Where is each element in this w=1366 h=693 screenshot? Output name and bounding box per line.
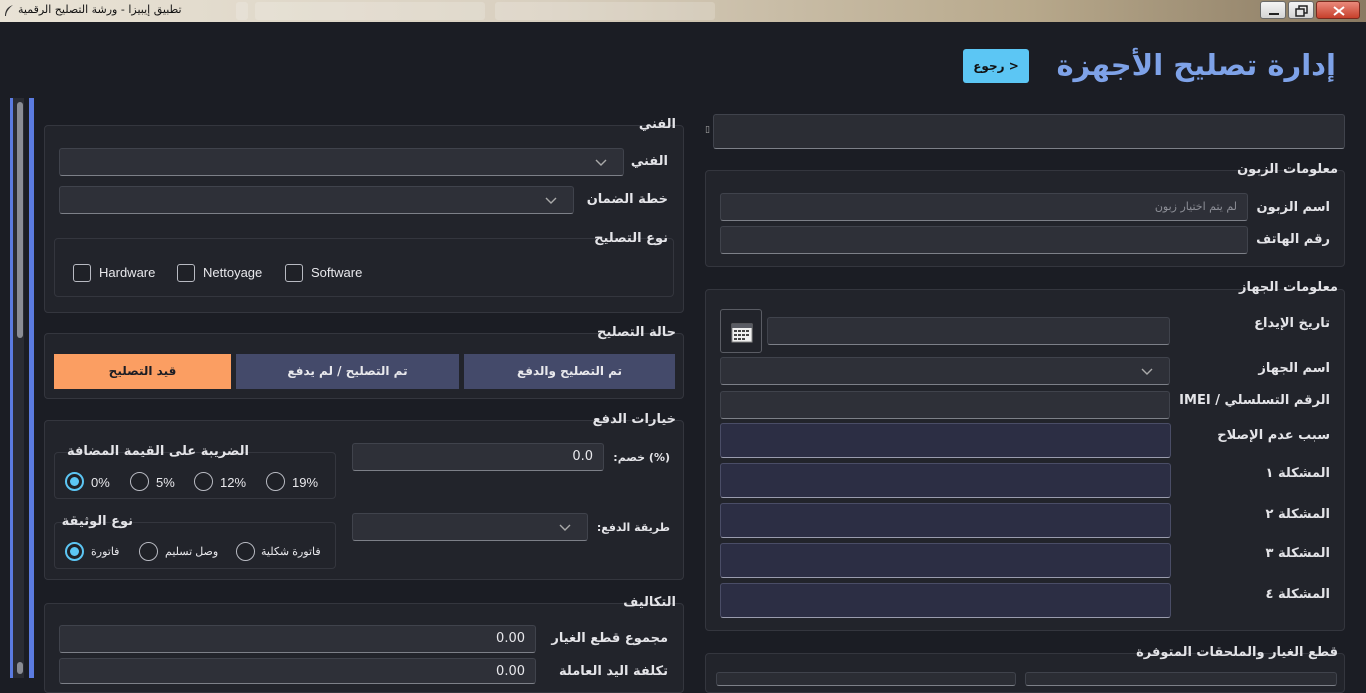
deposit-date-field[interactable] [767,317,1170,345]
chevron-down-icon [545,197,557,204]
parts-section-title: قطع الغيار والملحقات المتوفرة [1136,645,1338,660]
background-tab-close [236,2,248,20]
hardware-label: Hardware [99,265,156,280]
minimize-button[interactable] [1260,1,1286,19]
software-checkbox[interactable] [285,264,303,282]
parts-total-field[interactable]: 0.00 [59,625,536,653]
tax-5-radio[interactable] [130,472,149,491]
phone-field[interactable] [720,226,1248,254]
status-in-repair-button[interactable]: قيد التصليح [54,354,231,389]
tax-19-radio[interactable] [266,472,285,491]
problem-2-label: المشكلة ٢ [1265,507,1331,522]
customer-section-title: معلومات الزبون [1237,162,1338,177]
repair-status-title: حالة التصليح [597,325,676,340]
doc-invoice-radio[interactable] [65,542,84,561]
discount-value: 0.0 [572,449,593,464]
search-marker-icon: ▯ [705,125,710,135]
document-type-title: نوع الوثيقة [61,514,133,529]
scrollbar-thumb[interactable] [17,102,23,338]
tax-0-radio[interactable] [65,472,84,491]
deposit-date-label: تاريخ الإيداع [1254,316,1330,331]
phone-label: رقم الهاتف [1256,232,1330,247]
technician-dropdown[interactable] [59,148,624,176]
doc-delivery-label: وصل تسليم [165,546,219,558]
tax-12-radio[interactable] [194,472,213,491]
status-repaired-paid-button[interactable]: تم التصليح والدفع [464,354,675,389]
warranty-dropdown[interactable] [59,186,574,214]
chevron-down-icon [1141,368,1153,375]
parts-total-value: 0.00 [496,631,525,646]
maximize-button[interactable] [1288,1,1314,19]
doc-proforma-label: فاتورة شكلية [261,546,321,558]
nettoyage-checkbox[interactable] [177,264,195,282]
technician-label: الفني [630,154,668,169]
customer-name-placeholder: لم يتم اختيار زبون [1154,200,1237,213]
hardware-checkbox[interactable] [73,264,91,282]
customer-name-label: اسم الزبون [1256,200,1330,215]
background-tab [495,2,715,20]
background-tab [255,2,485,20]
minimize-icon [1269,13,1279,15]
problem-1-field[interactable] [720,463,1171,498]
tax-title: الضريبة على القيمة المضافة [67,444,249,459]
software-label: Software [311,265,363,280]
panel-divider [29,98,34,678]
discount-field[interactable]: 0.0 [352,443,604,471]
status-repaired-unpaid-button[interactable]: تم التصليح / لم يدفع [236,354,459,389]
customer-search-input[interactable] [713,114,1345,149]
device-name-label: اسم الجهاز [1258,361,1330,376]
problem-2-field[interactable] [720,503,1171,538]
chevron-down-icon [595,159,607,166]
doc-delivery-radio[interactable] [139,542,158,561]
back-button[interactable]: < رجوع [963,49,1029,83]
payment-section-title: خيارات الدفع [592,412,676,427]
problem-1-label: المشكلة ١ [1265,466,1331,481]
problem-4-label: المشكلة ٤ [1265,587,1331,602]
feather-icon [5,5,13,16]
page-title: إدارة تصليح الأجهزة [1056,48,1336,82]
warranty-label: خطة الضمان [586,192,668,207]
technician-section-title: الفني [638,117,676,132]
problem-4-field[interactable] [720,583,1171,618]
doc-invoice-label: فاتورة [91,546,120,558]
tax-19-label: 19% [292,475,319,490]
close-button[interactable] [1316,1,1360,19]
problem-3-field[interactable] [720,543,1171,578]
tax-5-label: 5% [156,475,175,490]
customer-name-field[interactable]: لم يتم اختيار زبون [720,193,1248,221]
payment-method-label: طريقة الدفع: [596,521,670,534]
close-icon [1333,6,1345,16]
nettoyage-label: Nettoyage [203,265,263,280]
labor-cost-field[interactable]: 0.00 [59,658,536,684]
device-section-title: معلومات الجهاز [1238,280,1338,295]
scrollbar-handle-bottom[interactable] [17,662,23,674]
serial-label: الرقم التسلسلي / IMEI [1179,393,1330,408]
labor-cost-label: تكلفة اليد العاملة [559,664,668,679]
serial-field[interactable] [720,391,1170,419]
window-titlebar: تطبيق إيبيزا - ورشة التصليح الرقمية [0,0,1366,22]
no-repair-reason-label: سبب عدم الإصلاح [1217,428,1330,443]
payment-method-dropdown[interactable] [352,513,588,541]
labor-cost-value: 0.00 [496,664,525,679]
no-repair-reason-field[interactable] [720,423,1171,458]
tax-12-label: 12% [220,475,247,490]
device-name-dropdown[interactable] [720,357,1170,385]
tax-0-label: 0% [91,475,110,490]
calendar-icon [731,323,753,343]
calendar-button[interactable] [720,309,762,353]
problem-3-label: المشكلة ٣ [1265,546,1331,561]
window-title: تطبيق إيبيزا - ورشة التصليح الرقمية [18,3,182,16]
discount-label: (%) خصم: [613,451,670,464]
parts-total-label: مجموع قطع الغيار [551,631,668,646]
chevron-down-icon [559,524,571,531]
costs-section-title: التكاليف [623,595,676,610]
restore-icon [1295,5,1308,17]
repair-type-title: نوع التصليح [594,231,668,246]
doc-proforma-radio[interactable] [236,542,255,561]
